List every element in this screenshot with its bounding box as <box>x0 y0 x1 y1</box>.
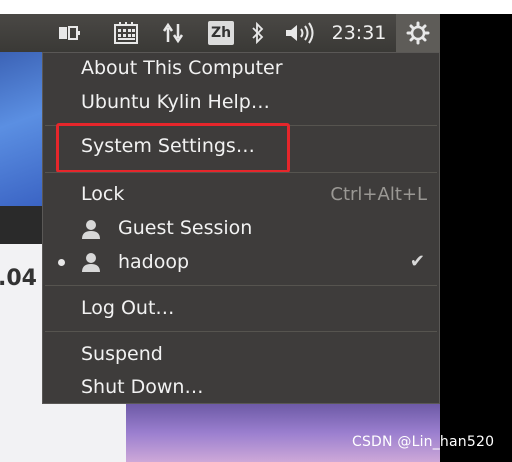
desktop-wallpaper <box>0 52 42 206</box>
background-window-bottom <box>42 404 126 462</box>
window-title-fragment: .04 <box>0 266 37 291</box>
lock-shortcut: Ctrl+Alt+L <box>330 184 427 205</box>
checkmark-icon: ✔ <box>409 251 425 272</box>
watermark: CSDN @Lin_han520 <box>352 434 495 450</box>
battery-icon[interactable] <box>54 14 84 52</box>
clock[interactable]: 23:31 <box>328 14 390 52</box>
session-menu: About This Computer Ubuntu Kylin Help… S… <box>42 52 440 404</box>
bluetooth-icon[interactable] <box>248 14 268 52</box>
highlight-box <box>56 123 290 173</box>
input-method-icon[interactable]: Zh <box>205 14 237 52</box>
menu-item-shut-down[interactable]: Shut Down… <box>81 376 203 398</box>
window-titlebar <box>0 206 42 244</box>
menu-item-lock[interactable]: Lock <box>81 183 124 205</box>
menu-item-help[interactable]: Ubuntu Kylin Help… <box>81 91 270 113</box>
menu-item-suspend[interactable]: Suspend <box>81 343 163 365</box>
user-icon <box>81 252 101 272</box>
gear-icon[interactable] <box>396 14 440 52</box>
menu-separator <box>45 172 437 173</box>
current-user-bullet <box>58 259 65 266</box>
network-transfer-icon[interactable] <box>158 14 188 52</box>
menu-item-guest-session[interactable]: Guest Session <box>118 217 252 239</box>
volume-icon[interactable] <box>282 14 318 52</box>
menu-item-log-out[interactable]: Log Out… <box>81 297 174 319</box>
user-icon <box>81 219 101 239</box>
menu-separator <box>45 285 437 286</box>
screen-edge <box>440 14 512 462</box>
menu-separator <box>45 331 437 332</box>
keyboard-icon[interactable] <box>110 14 142 52</box>
desktop-wallpaper-bottom <box>126 404 440 462</box>
menu-item-user[interactable]: hadoop <box>118 251 189 273</box>
menu-item-about[interactable]: About This Computer <box>81 57 283 79</box>
input-method-label: Zh <box>208 21 234 45</box>
